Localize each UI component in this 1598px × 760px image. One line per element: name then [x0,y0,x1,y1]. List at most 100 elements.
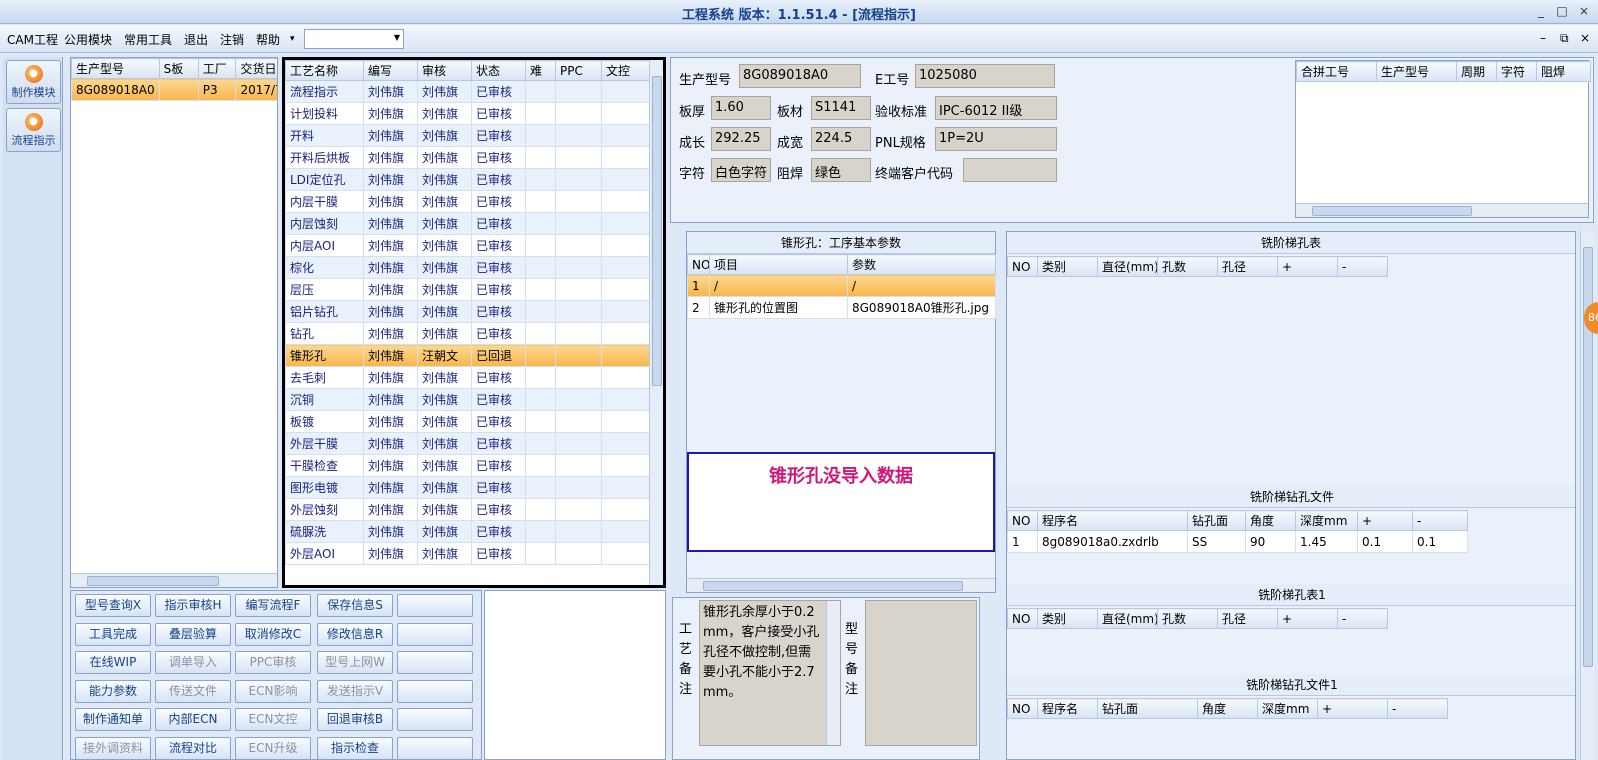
table-row[interactable]: 外层蚀刻 刘伟旗 刘伟旗 已审核 [285,498,650,521]
drill-col-header[interactable]: 程序名 [1037,510,1188,531]
job-list-hscroll[interactable] [71,573,277,587]
field-value[interactable]: 1025080 [915,64,1055,88]
param-col-header[interactable]: 项目 [709,254,848,275]
drill1-col-header[interactable]: 钻孔面 [1097,698,1198,719]
table-row[interactable]: 层压 刘伟旗 刘伟旗 已审核 [285,278,650,301]
table-row[interactable]: 沉铜 刘伟旗 刘伟旗 已审核 [285,388,650,411]
table-row[interactable]: 外层干膜 刘伟旗 刘伟旗 已审核 [285,432,650,455]
param-col-header[interactable]: 参数 [847,254,996,275]
mill-col-header[interactable]: 孔径 [1217,256,1278,277]
menu-public-modules[interactable]: 公用模块 [64,31,112,48]
mill1-col-header[interactable]: 孔数 [1157,608,1218,629]
table-row[interactable]: 1 / / [687,274,996,297]
table-row[interactable]: 铝片钻孔 刘伟旗 刘伟旗 已审核 [285,300,650,323]
mill1-col-header[interactable]: 孔径 [1217,608,1278,629]
process-col-header[interactable]: 状态 [471,60,526,81]
drill1-col-header[interactable]: 角度 [1197,698,1258,719]
drill-col-header[interactable]: NO [1007,510,1038,531]
process-col-header[interactable]: 工艺名称 [285,60,364,81]
mill-col-header[interactable]: - [1337,256,1388,277]
field-value[interactable] [963,158,1057,182]
action-button[interactable]: ECN文控 [235,708,311,731]
drill-col-header[interactable]: + [1357,510,1413,531]
merge-col-header[interactable]: 字符 [1496,61,1537,82]
field-value[interactable]: 292.25 [711,127,771,151]
drill-col-header[interactable]: - [1412,510,1468,531]
process-list-vscroll[interactable] [649,60,663,585]
table-row[interactable]: 内层AOI 刘伟旗 刘伟旗 已审核 [285,234,650,257]
action-button[interactable]: 流程对比 [155,736,231,760]
field-value[interactable]: 绿色 [811,158,871,182]
process-col-header[interactable]: 难 [525,60,556,81]
action-button[interactable]: 型号查询X [75,594,151,617]
table-row[interactable]: 外层AOI 刘伟旗 刘伟旗 已审核 [285,542,650,565]
menu-cam[interactable]: CAM工程 [7,31,58,48]
process-remark-text[interactable]: 锥形孔余厚小于0.2mm，客户接受小孔孔径不做控制,但需要小孔不能小于2.7mm… [699,600,841,746]
table-row[interactable]: 钻孔 刘伟旗 刘伟旗 已审核 [285,322,650,345]
process-col-header[interactable]: PPC [555,60,602,81]
table-row[interactable]: 内层蚀刻 刘伟旗 刘伟旗 已审核 [285,212,650,235]
mdi-minimize-button[interactable]: – [1540,31,1546,45]
table-row[interactable]: 开料后烘板 刘伟旗 刘伟旗 已审核 [285,146,650,169]
scroll-thumb[interactable] [703,581,963,591]
field-value[interactable]: 白色字符 [711,158,771,182]
action-button[interactable]: 保存信息S [317,594,393,617]
merge-table-hscroll[interactable] [1296,203,1588,217]
action-button[interactable]: 回退审核B [317,708,393,731]
action-button[interactable]: 指示检查 [317,736,393,760]
process-col-header[interactable]: 文控 [601,60,650,81]
action-button[interactable]: 制作通知单 [75,708,151,731]
table-row[interactable]: LDI定位孔 刘伟旗 刘伟旗 已审核 [285,168,650,191]
merge-col-header[interactable]: 合拼工号 [1296,61,1377,82]
drill1-col-header[interactable]: - [1387,698,1448,719]
job-col-header[interactable]: S板 [158,58,199,79]
model-remark-text[interactable] [865,600,977,746]
job-col-header[interactable]: 生产型号 [71,58,160,79]
table-row[interactable]: 流程指示 刘伟旗 刘伟旗 已审核 [285,80,650,103]
table-row[interactable]: 开料 刘伟旗 刘伟旗 已审核 [285,124,650,147]
merge-col-header[interactable]: 生产型号 [1376,61,1457,82]
param-col-header[interactable]: NO [687,254,710,275]
action-button[interactable]: 工具完成 [75,622,151,646]
table-row[interactable]: 板镀 刘伟旗 刘伟旗 已审核 [285,410,650,433]
menu-more-icon[interactable]: ▾ [290,34,295,44]
drill-col-header[interactable]: 深度mm [1295,510,1358,531]
mill-col-header[interactable]: NO [1007,256,1038,277]
action-button[interactable] [397,622,473,646]
menu-combo[interactable]: ▼ [304,29,404,49]
action-button[interactable]: 接外调资料 [75,736,151,760]
remark-vscroll[interactable] [826,601,840,745]
action-button[interactable]: ECN升级 [235,736,311,760]
mill1-col-header[interactable]: 类别 [1037,608,1098,629]
mill1-col-header[interactable]: + [1277,608,1338,629]
scroll-thumb[interactable] [1312,206,1472,216]
table-row[interactable]: 锥形孔 刘伟旗 汪朝文 已回退 [285,344,650,367]
merge-col-header[interactable]: 周期 [1456,61,1497,82]
drill-col-header[interactable]: 钻孔面 [1187,510,1246,531]
mdi-restore-button[interactable]: ⧉ [1560,31,1569,46]
menu-common-tools[interactable]: 常用工具 [124,31,172,48]
drill-col-header[interactable]: 角度 [1245,510,1296,531]
scroll-thumb[interactable] [87,576,219,586]
field-value[interactable]: 1.60 [711,96,771,120]
action-button[interactable]: PPC审核 [235,651,311,674]
table-row[interactable]: 1 8g089018a0.zxdrlb SS 90 1.45 0.1 0.1 [1007,530,1468,553]
drill1-col-header[interactable]: NO [1007,698,1038,719]
merge-col-header[interactable]: 阻焊 [1536,61,1591,82]
mill1-col-header[interactable]: - [1337,608,1388,629]
action-button[interactable]: 修改信息R [317,622,393,646]
action-button[interactable]: ECN影响 [235,679,311,703]
maximize-button[interactable]: □ [1553,3,1571,19]
drill1-col-header[interactable]: 程序名 [1037,698,1098,719]
table-row[interactable]: 去毛刺 刘伟旗 刘伟旗 已审核 [285,366,650,389]
mdi-close-button[interactable]: × [1580,31,1590,45]
action-button[interactable]: 编写流程F [235,594,311,617]
minimize-button[interactable]: _ [1532,3,1550,19]
action-button[interactable]: 取消修改C [235,622,311,646]
action-button[interactable]: 型号上网W [317,651,393,674]
field-value[interactable]: 8G089018A0 [739,64,861,88]
table-row[interactable]: 2 锥形孔的位置图 8G089018A0锥形孔.jpg [687,296,996,319]
job-col-header[interactable]: 交货日期 [235,58,277,79]
mill1-col-header[interactable]: NO [1007,608,1038,629]
table-row[interactable]: 图形电镀 刘伟旗 刘伟旗 已审核 [285,476,650,499]
